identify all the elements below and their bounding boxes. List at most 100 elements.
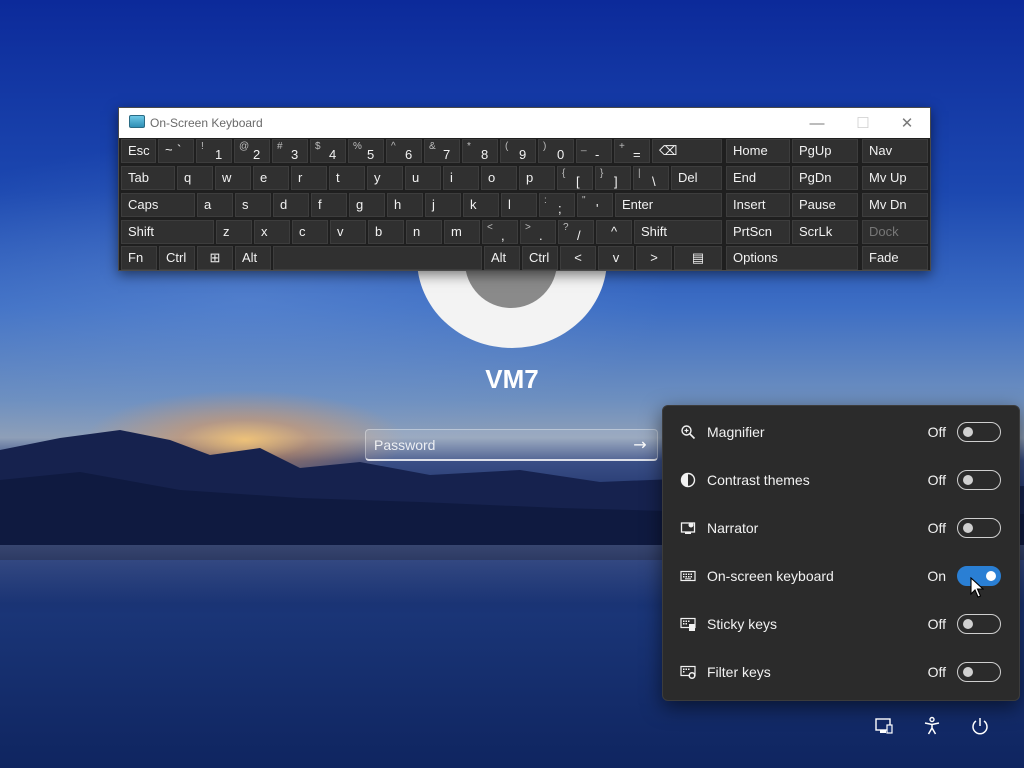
- key-scrlk[interactable]: ScrLk: [792, 220, 858, 244]
- key-8[interactable]: * 8: [462, 139, 498, 163]
- key-o[interactable]: o: [481, 166, 517, 190]
- accessibility-item-filter-keys[interactable]: Filter keys Off: [663, 648, 1021, 696]
- key-r[interactable]: r: [291, 166, 327, 190]
- key-g[interactable]: g: [349, 193, 385, 217]
- key-n[interactable]: n: [406, 220, 442, 244]
- key-0[interactable]: ) 0: [538, 139, 574, 163]
- key-end[interactable]: End: [726, 166, 790, 190]
- key-6[interactable]: ^ 6: [386, 139, 422, 163]
- key-down-arrow[interactable]: v: [598, 246, 634, 270]
- accessibility-item-narrator[interactable]: Narrator Off: [663, 504, 1021, 552]
- key-up-arrow[interactable]: ^: [596, 220, 632, 244]
- key-f[interactable]: f: [311, 193, 347, 217]
- key-7[interactable]: & 7: [424, 139, 460, 163]
- key-right-arrow[interactable]: >: [636, 246, 672, 270]
- key-del[interactable]: Del: [671, 166, 722, 190]
- key-tilde[interactable]: ~ `: [158, 139, 194, 163]
- key-pgdn[interactable]: PgDn: [792, 166, 858, 190]
- key-fade[interactable]: Fade: [862, 246, 928, 270]
- key-right-bracket[interactable]: }]: [595, 166, 631, 190]
- key-p[interactable]: p: [519, 166, 555, 190]
- key-i[interactable]: i: [443, 166, 479, 190]
- key-9[interactable]: (9: [500, 139, 536, 163]
- osk-titlebar[interactable]: On-Screen Keyboard — ☐ ✕: [119, 108, 930, 138]
- sticky-keys-toggle[interactable]: [957, 614, 1001, 634]
- key-semicolon[interactable]: :;: [539, 193, 575, 217]
- key-windows[interactable]: ⊞: [197, 246, 233, 270]
- key-1[interactable]: ! 1: [196, 139, 232, 163]
- magnifier-toggle[interactable]: [957, 422, 1001, 442]
- contrast-themes-toggle[interactable]: [957, 470, 1001, 490]
- key-a[interactable]: a: [197, 193, 233, 217]
- narrator-toggle[interactable]: [957, 518, 1001, 538]
- key-b[interactable]: b: [368, 220, 404, 244]
- key-x[interactable]: x: [254, 220, 290, 244]
- key-shift-right[interactable]: Shift: [634, 220, 722, 244]
- key-l[interactable]: l: [501, 193, 537, 217]
- key-menu[interactable]: ▤: [674, 246, 722, 270]
- accessibility-item-on-screen-keyboard[interactable]: On-screen keyboard On: [663, 552, 1021, 600]
- key-w[interactable]: w: [215, 166, 251, 190]
- key-y[interactable]: y: [367, 166, 403, 190]
- key-esc[interactable]: Esc: [121, 139, 156, 163]
- key-caps[interactable]: Caps: [121, 193, 195, 217]
- key-2[interactable]: @2: [234, 139, 270, 163]
- key-insert[interactable]: Insert: [726, 193, 790, 217]
- key-u[interactable]: u: [405, 166, 441, 190]
- key-comma[interactable]: <,: [482, 220, 518, 244]
- key-prtscn[interactable]: PrtScn: [726, 220, 790, 244]
- key-ctrl-left[interactable]: Ctrl: [159, 246, 195, 270]
- key-alt-left[interactable]: Alt: [235, 246, 271, 270]
- key-t[interactable]: t: [329, 166, 365, 190]
- key-period[interactable]: >.: [520, 220, 556, 244]
- key-k[interactable]: k: [463, 193, 499, 217]
- key-m[interactable]: m: [444, 220, 480, 244]
- key-3[interactable]: #3: [272, 139, 308, 163]
- key-options[interactable]: Options: [726, 246, 858, 270]
- key-q[interactable]: q: [177, 166, 213, 190]
- key-ctrl-right[interactable]: Ctrl: [522, 246, 558, 270]
- submit-arrow-icon[interactable]: →: [623, 435, 657, 454]
- maximize-button[interactable]: ☐: [840, 108, 886, 138]
- key-enter[interactable]: Enter: [615, 193, 722, 217]
- password-input[interactable]: [366, 436, 623, 453]
- key-left-bracket[interactable]: {[: [557, 166, 593, 190]
- accessibility-icon[interactable]: [920, 714, 944, 738]
- key-left-arrow[interactable]: <: [560, 246, 596, 270]
- key-z[interactable]: z: [216, 220, 252, 244]
- key-h[interactable]: h: [387, 193, 423, 217]
- filter-keys-toggle[interactable]: [957, 662, 1001, 682]
- key-v[interactable]: v: [330, 220, 366, 244]
- key-tab[interactable]: Tab: [121, 166, 175, 190]
- key-equals[interactable]: + =: [614, 139, 650, 163]
- minimize-button[interactable]: —: [794, 108, 840, 138]
- key-pgup[interactable]: PgUp: [792, 139, 858, 163]
- key-4[interactable]: $4: [310, 139, 346, 163]
- accessibility-item-sticky-keys[interactable]: Sticky keys Off: [663, 600, 1021, 648]
- key-nav[interactable]: Nav: [862, 139, 928, 163]
- close-button[interactable]: ✕: [884, 108, 930, 138]
- key-home[interactable]: Home: [726, 139, 790, 163]
- key-shift-left[interactable]: Shift: [121, 220, 214, 244]
- key-alt-right[interactable]: Alt: [484, 246, 520, 270]
- key-mv-dn[interactable]: Mv Dn: [862, 193, 928, 217]
- key-space[interactable]: [273, 246, 482, 270]
- key-minus[interactable]: _ -: [576, 139, 612, 163]
- network-icon[interactable]: [872, 714, 896, 738]
- key-c[interactable]: c: [292, 220, 328, 244]
- key-s[interactable]: s: [235, 193, 271, 217]
- accessibility-item-contrast-themes[interactable]: Contrast themes Off: [663, 456, 1021, 504]
- power-icon[interactable]: [968, 714, 992, 738]
- key-fn[interactable]: Fn: [121, 246, 157, 270]
- key-e[interactable]: e: [253, 166, 289, 190]
- key-mv-up[interactable]: Mv Up: [862, 166, 928, 190]
- key-5[interactable]: % 5: [348, 139, 384, 163]
- key-slash[interactable]: ? /: [558, 220, 594, 244]
- accessibility-item-magnifier[interactable]: Magnifier Off: [663, 408, 1021, 456]
- key-backslash[interactable]: | \: [633, 166, 669, 190]
- key-j[interactable]: j: [425, 193, 461, 217]
- key-quote[interactable]: " ': [577, 193, 613, 217]
- key-pause[interactable]: Pause: [792, 193, 858, 217]
- key-d[interactable]: d: [273, 193, 309, 217]
- password-field[interactable]: →: [365, 429, 658, 461]
